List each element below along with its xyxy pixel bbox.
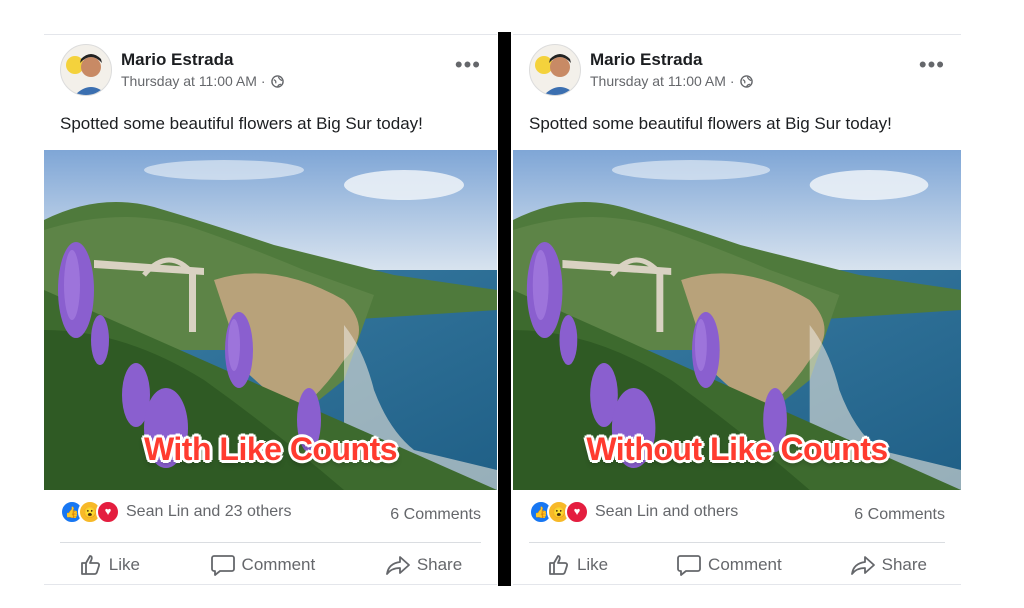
reactions-summary[interactable]: 👍 😮 ♥ Sean Lin and others xyxy=(529,500,738,524)
comment-icon xyxy=(677,555,701,576)
post-meta: Thursday at 11:00 AM · xyxy=(121,73,285,91)
divider xyxy=(529,542,945,543)
divider xyxy=(513,34,961,35)
post-without-like-counts: Mario Estrada Thursday at 11:00 AM · •••… xyxy=(513,34,961,585)
post-photo[interactable]: Without Like Counts xyxy=(513,150,961,490)
share-button[interactable]: Share xyxy=(850,553,927,577)
timestamp[interactable]: Thursday at 11:00 AM xyxy=(590,73,726,89)
share-icon xyxy=(850,556,875,575)
love-reaction-icon: ♥ xyxy=(565,500,589,524)
post-caption: Spotted some beautiful flowers at Big Su… xyxy=(529,114,892,133)
comparison-separator xyxy=(498,32,511,586)
comment-button[interactable]: Comment xyxy=(676,553,782,577)
post-with-like-counts: Mario Estrada Thursday at 11:00 AM · •••… xyxy=(44,34,497,585)
timestamp[interactable]: Thursday at 11:00 AM xyxy=(121,73,257,89)
action-bar: Like Comment Share xyxy=(44,546,497,584)
share-icon xyxy=(385,556,410,575)
comment-icon xyxy=(210,555,235,576)
like-button[interactable]: Like xyxy=(547,553,608,577)
meta-separator: · xyxy=(729,73,735,89)
post-photo[interactable]: With Like Counts xyxy=(44,150,497,490)
divider xyxy=(513,584,961,585)
divider xyxy=(44,34,497,35)
globe-icon[interactable] xyxy=(271,75,285,91)
divider xyxy=(60,542,481,543)
meta-separator: · xyxy=(260,73,266,89)
share-label: Share xyxy=(416,555,463,574)
share-label: Share xyxy=(881,555,928,574)
avatar[interactable] xyxy=(529,44,581,96)
more-options-icon[interactable]: ••• xyxy=(919,54,945,76)
thumbs-up-icon xyxy=(80,555,100,575)
globe-icon[interactable] xyxy=(740,75,754,91)
reactions-text[interactable]: Sean Lin and others xyxy=(595,503,738,521)
divider xyxy=(44,584,497,585)
more-options-icon[interactable]: ••• xyxy=(455,54,481,76)
author-name[interactable]: Mario Estrada xyxy=(590,50,702,70)
like-label: Like xyxy=(576,555,609,574)
comment-button[interactable]: Comment xyxy=(210,553,316,577)
post-caption: Spotted some beautiful flowers at Big Su… xyxy=(60,114,423,133)
reactions-summary[interactable]: 👍 😮 ♥ Sean Lin and 23 others xyxy=(60,500,291,524)
comments-count[interactable]: 6 Comments xyxy=(390,506,481,524)
like-label: Like xyxy=(108,555,140,574)
action-bar: Like Comment Share xyxy=(513,546,961,584)
like-button[interactable]: Like xyxy=(79,553,140,577)
overlay-label: With Like Counts xyxy=(143,431,398,467)
overlay-label: Without Like Counts xyxy=(586,431,888,467)
comment-label: Comment xyxy=(708,555,782,574)
post-meta: Thursday at 11:00 AM · xyxy=(590,73,754,91)
comments-count[interactable]: 6 Comments xyxy=(854,506,945,524)
reactions-text[interactable]: Sean Lin and 23 others xyxy=(126,503,291,521)
share-button[interactable]: Share xyxy=(385,553,462,577)
avatar[interactable] xyxy=(60,44,112,96)
thumbs-up-icon xyxy=(549,555,568,575)
comment-label: Comment xyxy=(241,555,316,574)
love-reaction-icon: ♥ xyxy=(96,500,120,524)
author-name[interactable]: Mario Estrada xyxy=(121,50,233,70)
